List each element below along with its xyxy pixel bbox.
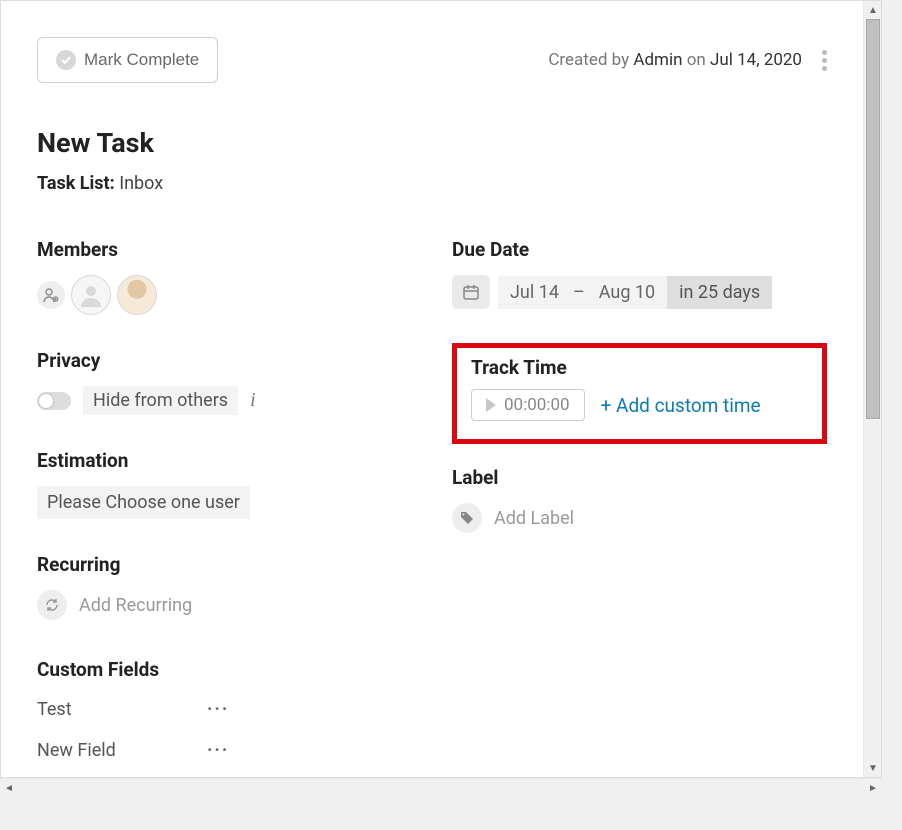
created-on: on <box>687 50 706 70</box>
members-title: Members <box>37 238 412 261</box>
task-modal: Mark Complete Created by Admin on Jul 14… <box>0 0 882 778</box>
created-user: Admin <box>633 50 682 70</box>
scroll-left-icon[interactable]: ◄ <box>0 779 18 797</box>
play-icon <box>486 398 496 412</box>
scroll-right-icon[interactable]: ► <box>864 779 882 797</box>
privacy-toggle[interactable] <box>37 392 71 410</box>
horizontal-scrollbar[interactable]: ◄ ► <box>0 778 882 796</box>
created-meta: Created by Admin on Jul 14, 2020 <box>548 50 827 71</box>
custom-field-row: New Field ··· <box>37 740 412 761</box>
main-panel: Mark Complete Created by Admin on Jul 14… <box>1 1 863 777</box>
scroll-thumb[interactable] <box>866 19 880 419</box>
custom-field-more-icon[interactable]: ··· <box>207 699 229 720</box>
privacy-title: Privacy <box>37 349 412 372</box>
custom-field-row: Test ··· <box>37 699 412 720</box>
created-prefix: Created by <box>548 50 629 70</box>
left-column: Members Privacy <box>37 238 412 777</box>
due-end: Aug 10 <box>587 276 667 309</box>
more-menu-icon[interactable] <box>822 50 827 71</box>
estimation-title: Estimation <box>37 449 412 472</box>
detail-columns: Members Privacy <box>37 238 827 777</box>
add-recurring-button[interactable]: Add Recurring <box>37 590 412 620</box>
due-start: Jul 14 <box>498 276 571 309</box>
add-recurring-label: Add Recurring <box>79 595 192 616</box>
label-section: Label Add Label <box>452 466 827 533</box>
custom-field-more-icon[interactable]: ··· <box>207 740 229 761</box>
custom-fields-title: Custom Fields <box>37 658 412 681</box>
privacy-row: Hide from others i <box>37 386 412 415</box>
track-time-highlight: Track Time 00:00:00 + Add custom time <box>452 343 827 444</box>
add-custom-time-link[interactable]: + Add custom time <box>601 394 761 417</box>
avatar-generic[interactable] <box>71 275 111 315</box>
tag-icon <box>452 503 482 533</box>
avatar-user[interactable] <box>117 275 157 315</box>
info-icon[interactable]: i <box>250 389 256 412</box>
privacy-section: Privacy Hide from others i <box>37 349 412 415</box>
members-row <box>37 275 412 315</box>
vertical-scrollbar[interactable]: ▲ ▼ <box>863 1 881 777</box>
mark-complete-button[interactable]: Mark Complete <box>37 37 218 83</box>
members-section: Members <box>37 238 412 315</box>
check-icon <box>56 50 76 70</box>
due-dash: – <box>571 276 587 309</box>
due-remaining: in 25 days <box>667 276 772 309</box>
timer-start-button[interactable]: 00:00:00 <box>471 389 585 421</box>
estimation-section: Estimation Please Choose one user <box>37 449 412 519</box>
tasklist-row: Task List: Inbox <box>37 173 827 194</box>
custom-field-name[interactable]: Test <box>37 699 207 720</box>
due-date-row[interactable]: Jul 14 – Aug 10 in 25 days <box>452 275 827 309</box>
tasklist-label: Task List: <box>37 173 115 194</box>
content-area: Mark Complete Created by Admin on Jul 14… <box>1 1 881 777</box>
created-date: Jul 14, 2020 <box>710 50 802 70</box>
due-date-section: Due Date Jul 14 – Aug 10 in 25 days <box>452 238 827 309</box>
label-title: Label <box>452 466 827 489</box>
add-label-button[interactable]: Add Label <box>452 503 827 533</box>
scroll-down-icon[interactable]: ▼ <box>864 759 881 777</box>
track-time-row: 00:00:00 + Add custom time <box>471 389 808 421</box>
refresh-icon <box>37 590 67 620</box>
right-column: Due Date Jul 14 – Aug 10 in 25 days <box>452 238 827 777</box>
track-time-title: Track Time <box>471 356 808 379</box>
custom-field-name[interactable]: New Field <box>37 740 207 761</box>
task-title[interactable]: New Task <box>37 127 827 159</box>
estimation-placeholder[interactable]: Please Choose one user <box>37 486 250 519</box>
privacy-hide-label: Hide from others <box>83 386 238 415</box>
tasklist-value[interactable]: Inbox <box>119 173 163 194</box>
mark-complete-label: Mark Complete <box>84 50 199 70</box>
recurring-title: Recurring <box>37 553 412 576</box>
add-member-icon[interactable] <box>37 281 65 309</box>
due-date-title: Due Date <box>452 238 827 261</box>
add-label-text: Add Label <box>494 508 574 529</box>
created-text: Created by Admin on Jul 14, 2020 <box>548 50 802 70</box>
calendar-icon <box>452 275 490 309</box>
top-row: Mark Complete Created by Admin on Jul 14… <box>37 37 827 83</box>
timer-value: 00:00:00 <box>504 395 570 415</box>
recurring-section: Recurring Add Recurring <box>37 553 412 620</box>
scroll-up-icon[interactable]: ▲ <box>864 1 881 19</box>
